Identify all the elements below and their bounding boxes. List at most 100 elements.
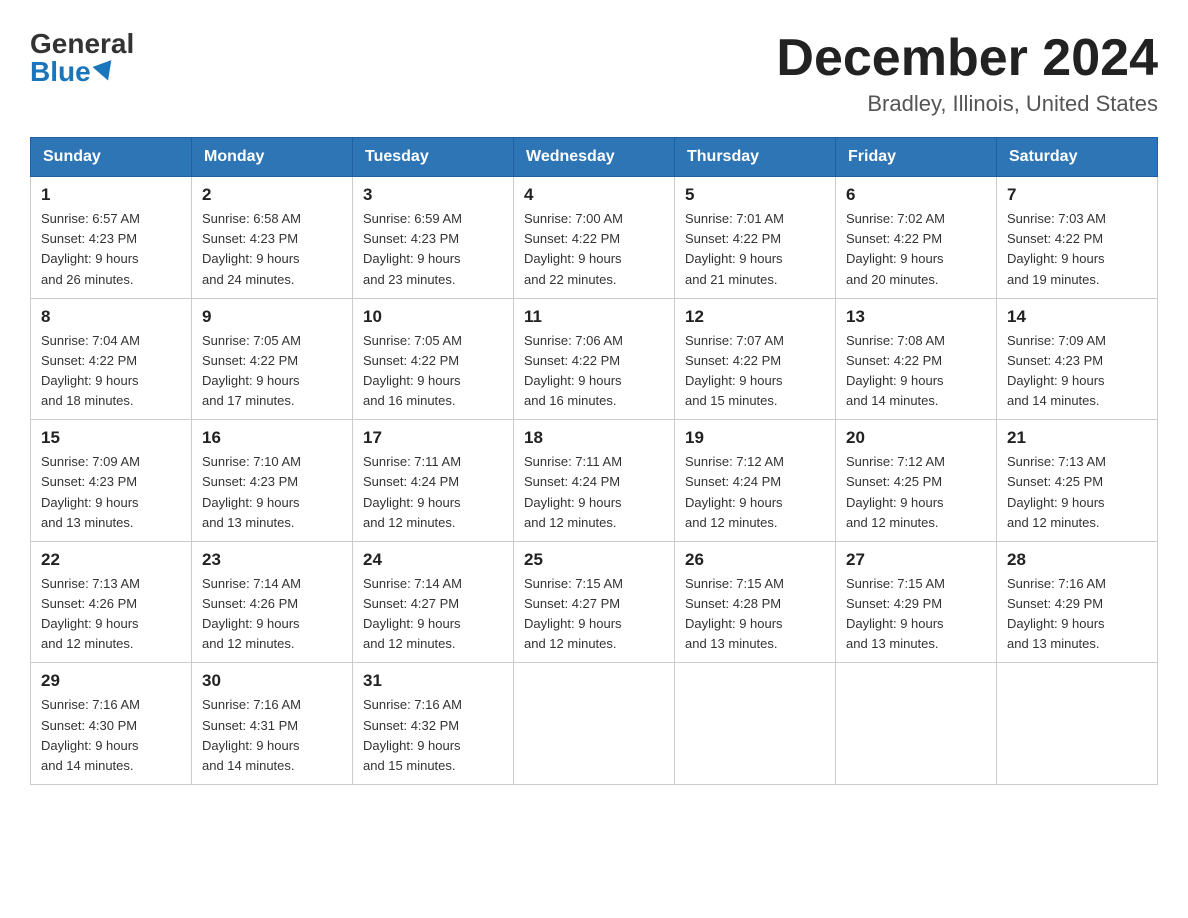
day-number: 1 — [41, 185, 181, 205]
day-number: 24 — [363, 550, 503, 570]
day-number: 29 — [41, 671, 181, 691]
calendar-table: SundayMondayTuesdayWednesdayThursdayFrid… — [30, 137, 1158, 785]
calendar-cell: 22Sunrise: 7:13 AMSunset: 4:26 PMDayligh… — [31, 541, 192, 663]
day-info: Sunrise: 6:59 AMSunset: 4:23 PMDaylight:… — [363, 209, 503, 290]
day-info: Sunrise: 7:07 AMSunset: 4:22 PMDaylight:… — [685, 331, 825, 412]
day-number: 12 — [685, 307, 825, 327]
day-number: 26 — [685, 550, 825, 570]
day-info: Sunrise: 7:09 AMSunset: 4:23 PMDaylight:… — [1007, 331, 1147, 412]
calendar-cell: 28Sunrise: 7:16 AMSunset: 4:29 PMDayligh… — [997, 541, 1158, 663]
weekday-header-wednesday: Wednesday — [514, 138, 675, 177]
calendar-cell: 17 Sunrise: 7:11 AMSunset: 4:24 PMDayligh… — [353, 420, 514, 542]
calendar-cell: 30Sunrise: 7:16 AMSunset: 4:31 PMDayligh… — [192, 663, 353, 785]
weekday-header-saturday: Saturday — [997, 138, 1158, 177]
calendar-week-row: 29 Sunrise: 7:16 AMSunset: 4:30 PMDayligh… — [31, 663, 1158, 785]
day-info: Sunrise: 7:16 AMSunset: 4:30 PMDaylight:… — [41, 695, 181, 776]
day-number: 19 — [685, 428, 825, 448]
weekday-header-tuesday: Tuesday — [353, 138, 514, 177]
day-number: 6 — [846, 185, 986, 205]
day-info: Sunrise: 7:02 AMSunset: 4:22 PMDaylight:… — [846, 209, 986, 290]
day-info: Sunrise: 7:12 AMSunset: 4:25 PMDaylight:… — [846, 452, 986, 533]
day-number: 13 — [846, 307, 986, 327]
day-number: 22 — [41, 550, 181, 570]
calendar-cell: 23 Sunrise: 7:14 AMSunset: 4:26 PMDayligh… — [192, 541, 353, 663]
weekday-header-thursday: Thursday — [675, 138, 836, 177]
day-info: Sunrise: 7:14 AMSunset: 4:26 PMDaylight:… — [202, 574, 342, 655]
calendar-cell: 18 Sunrise: 7:11 AMSunset: 4:24 PMDayligh… — [514, 420, 675, 542]
day-number: 16 — [202, 428, 342, 448]
day-info: Sunrise: 7:01 AMSunset: 4:22 PMDaylight:… — [685, 209, 825, 290]
day-number: 9 — [202, 307, 342, 327]
day-info: Sunrise: 7:10 AMSunset: 4:23 PMDaylight:… — [202, 452, 342, 533]
day-number: 2 — [202, 185, 342, 205]
calendar-cell — [514, 663, 675, 785]
calendar-cell: 3 Sunrise: 6:59 AMSunset: 4:23 PMDaylight… — [353, 177, 514, 299]
calendar-week-row: 1 Sunrise: 6:57 AMSunset: 4:23 PMDaylight… — [31, 177, 1158, 299]
month-title: December 2024 — [776, 30, 1158, 87]
day-info: Sunrise: 7:04 AMSunset: 4:22 PMDaylight:… — [41, 331, 181, 412]
calendar-cell: 9 Sunrise: 7:05 AMSunset: 4:22 PMDaylight… — [192, 298, 353, 420]
day-number: 23 — [202, 550, 342, 570]
title-section: December 2024 Bradley, Illinois, United … — [776, 30, 1158, 117]
day-info: Sunrise: 6:58 AMSunset: 4:23 PMDaylight:… — [202, 209, 342, 290]
calendar-week-row: 15 Sunrise: 7:09 AMSunset: 4:23 PMDayligh… — [31, 420, 1158, 542]
calendar-cell: 6 Sunrise: 7:02 AMSunset: 4:22 PMDaylight… — [836, 177, 997, 299]
weekday-header-row: SundayMondayTuesdayWednesdayThursdayFrid… — [31, 138, 1158, 177]
calendar-cell: 1 Sunrise: 6:57 AMSunset: 4:23 PMDaylight… — [31, 177, 192, 299]
day-info: Sunrise: 7:05 AMSunset: 4:22 PMDaylight:… — [202, 331, 342, 412]
day-number: 18 — [524, 428, 664, 448]
day-info: Sunrise: 7:06 AMSunset: 4:22 PMDaylight:… — [524, 331, 664, 412]
calendar-cell: 7Sunrise: 7:03 AMSunset: 4:22 PMDaylight… — [997, 177, 1158, 299]
day-info: Sunrise: 7:15 AMSunset: 4:27 PMDaylight:… — [524, 574, 664, 655]
day-info: Sunrise: 6:57 AMSunset: 4:23 PMDaylight:… — [41, 209, 181, 290]
calendar-cell: 19 Sunrise: 7:12 AMSunset: 4:24 PMDayligh… — [675, 420, 836, 542]
calendar-cell: 8Sunrise: 7:04 AMSunset: 4:22 PMDaylight… — [31, 298, 192, 420]
calendar-cell: 11 Sunrise: 7:06 AMSunset: 4:22 PMDayligh… — [514, 298, 675, 420]
calendar-cell: 29 Sunrise: 7:16 AMSunset: 4:30 PMDayligh… — [31, 663, 192, 785]
weekday-header-monday: Monday — [192, 138, 353, 177]
day-info: Sunrise: 7:11 AMSunset: 4:24 PMDaylight:… — [524, 452, 664, 533]
day-number: 11 — [524, 307, 664, 327]
day-number: 3 — [363, 185, 503, 205]
calendar-week-row: 22Sunrise: 7:13 AMSunset: 4:26 PMDayligh… — [31, 541, 1158, 663]
day-info: Sunrise: 7:09 AMSunset: 4:23 PMDaylight:… — [41, 452, 181, 533]
day-info: Sunrise: 7:16 AMSunset: 4:32 PMDaylight:… — [363, 695, 503, 776]
day-info: Sunrise: 7:14 AMSunset: 4:27 PMDaylight:… — [363, 574, 503, 655]
weekday-header-friday: Friday — [836, 138, 997, 177]
location-label: Bradley, Illinois, United States — [776, 91, 1158, 117]
day-number: 21 — [1007, 428, 1147, 448]
day-info: Sunrise: 7:05 AMSunset: 4:22 PMDaylight:… — [363, 331, 503, 412]
calendar-cell: 15 Sunrise: 7:09 AMSunset: 4:23 PMDayligh… — [31, 420, 192, 542]
day-info: Sunrise: 7:15 AMSunset: 4:29 PMDaylight:… — [846, 574, 986, 655]
day-info: Sunrise: 7:08 AMSunset: 4:22 PMDaylight:… — [846, 331, 986, 412]
day-info: Sunrise: 7:13 AMSunset: 4:25 PMDaylight:… — [1007, 452, 1147, 533]
day-info: Sunrise: 7:15 AMSunset: 4:28 PMDaylight:… — [685, 574, 825, 655]
calendar-cell: 24 Sunrise: 7:14 AMSunset: 4:27 PMDayligh… — [353, 541, 514, 663]
day-info: Sunrise: 7:11 AMSunset: 4:24 PMDaylight:… — [363, 452, 503, 533]
logo-triangle-icon — [92, 60, 117, 84]
day-number: 15 — [41, 428, 181, 448]
calendar-cell: 21 Sunrise: 7:13 AMSunset: 4:25 PMDayligh… — [997, 420, 1158, 542]
calendar-cell: 12 Sunrise: 7:07 AMSunset: 4:22 PMDayligh… — [675, 298, 836, 420]
day-info: Sunrise: 7:00 AMSunset: 4:22 PMDaylight:… — [524, 209, 664, 290]
calendar-cell: 16 Sunrise: 7:10 AMSunset: 4:23 PMDayligh… — [192, 420, 353, 542]
calendar-cell — [997, 663, 1158, 785]
calendar-cell: 26 Sunrise: 7:15 AMSunset: 4:28 PMDayligh… — [675, 541, 836, 663]
day-info: Sunrise: 7:03 AMSunset: 4:22 PMDaylight:… — [1007, 209, 1147, 290]
day-number: 5 — [685, 185, 825, 205]
day-number: 17 — [363, 428, 503, 448]
day-number: 31 — [363, 671, 503, 691]
day-info: Sunrise: 7:12 AMSunset: 4:24 PMDaylight:… — [685, 452, 825, 533]
calendar-cell: 10Sunrise: 7:05 AMSunset: 4:22 PMDayligh… — [353, 298, 514, 420]
calendar-cell: 4Sunrise: 7:00 AMSunset: 4:22 PMDaylight… — [514, 177, 675, 299]
calendar-cell: 2 Sunrise: 6:58 AMSunset: 4:23 PMDaylight… — [192, 177, 353, 299]
day-number: 30 — [202, 671, 342, 691]
day-info: Sunrise: 7:16 AMSunset: 4:29 PMDaylight:… — [1007, 574, 1147, 655]
calendar-header: SundayMondayTuesdayWednesdayThursdayFrid… — [31, 138, 1158, 177]
page-header: General Blue December 2024 Bradley, Illi… — [30, 30, 1158, 117]
calendar-cell: 13 Sunrise: 7:08 AMSunset: 4:22 PMDayligh… — [836, 298, 997, 420]
calendar-cell: 20Sunrise: 7:12 AMSunset: 4:25 PMDayligh… — [836, 420, 997, 542]
calendar-week-row: 8Sunrise: 7:04 AMSunset: 4:22 PMDaylight… — [31, 298, 1158, 420]
day-number: 25 — [524, 550, 664, 570]
calendar-cell — [836, 663, 997, 785]
